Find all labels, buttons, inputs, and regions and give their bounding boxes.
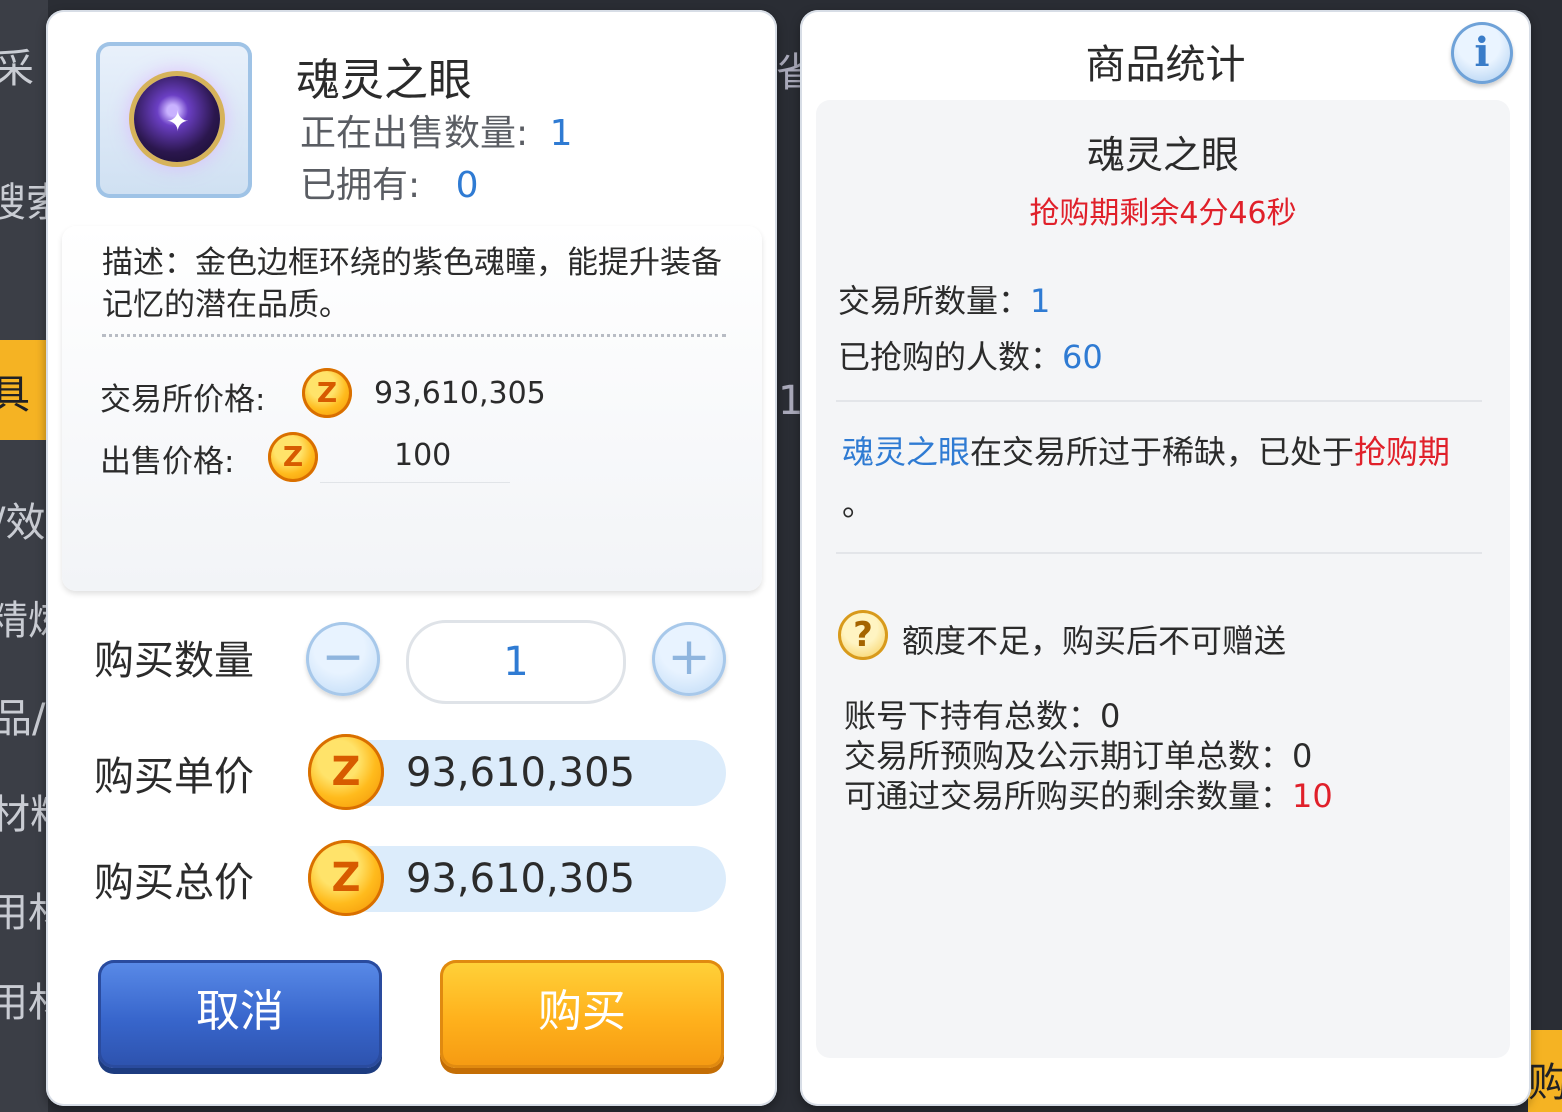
buy-button[interactable]: 购买	[440, 960, 724, 1068]
item-icon: ✦	[96, 42, 252, 198]
total-price-value: 93,610,305	[336, 846, 726, 912]
notice-flash-sale: 抢购期	[1354, 433, 1451, 471]
dotted-divider	[102, 334, 726, 337]
background-fragment: 购	[1528, 1060, 1562, 1106]
on-sale-row: 正在出售数量: 1	[300, 104, 573, 156]
item-stats-panel: 商品统计 i 魂灵之眼 抢购期剩余4分46秒 交易所数量：1 已抢购的人数：60…	[800, 10, 1531, 1106]
on-sale-label: 正在出售数量:	[300, 113, 529, 154]
background-fragment: 采	[0, 46, 34, 92]
sell-price-label: 出售价格:	[100, 444, 235, 480]
buyers-label: 已抢购的人数：	[838, 338, 1063, 376]
exchange-qty-row: 交易所数量：1	[838, 276, 1050, 322]
item-description: 描述：金色边框环绕的紫色魂瞳，能提升装备记忆的潜在品质。	[102, 245, 722, 323]
info-icon[interactable]: i	[1451, 22, 1513, 84]
increase-quantity-button[interactable]: +	[652, 622, 726, 696]
unit-price-value: 93,610,305	[336, 740, 726, 806]
preorder-value: 0	[1292, 737, 1313, 775]
scarcity-notice: 魂灵之眼在交易所过于稀缺，已处于抢购期。	[842, 426, 1482, 530]
account-total-label: 账号下持有总数：	[844, 697, 1101, 735]
zeny-coin-icon: Z	[308, 734, 384, 810]
owned-value: 0	[455, 165, 479, 206]
notice-item-name: 魂灵之眼	[842, 433, 971, 471]
notice-text: 在交易所过于稀缺，已处于	[970, 433, 1355, 471]
item-name: 魂灵之眼	[296, 55, 472, 106]
zeny-coin-icon: Z	[302, 368, 352, 418]
background-fragment: 具	[0, 372, 30, 418]
notice-end: 。	[842, 485, 875, 523]
sell-price-underline	[320, 482, 510, 483]
zeny-coin-icon: Z	[268, 432, 318, 482]
background-left-strip	[0, 0, 48, 1112]
remaining-value: 10	[1292, 777, 1333, 815]
quantity-input[interactable]: 1	[406, 620, 626, 704]
unit-price-label: 购买单价	[94, 754, 254, 800]
exchange-qty-label: 交易所数量：	[838, 282, 1031, 320]
quantity-label: 购买数量	[94, 638, 254, 684]
zeny-coin-icon: Z	[308, 840, 384, 916]
account-total-value: 0	[1100, 697, 1121, 735]
remaining-label: 可通过交易所购买的剩余数量：	[844, 777, 1293, 815]
decrease-quantity-button[interactable]: −	[306, 622, 380, 696]
background-fragment: /效	[0, 500, 46, 546]
sparkle-icon: ✦	[166, 105, 190, 138]
buyers-row: 已抢购的人数：60	[838, 332, 1103, 378]
quota-warning: 额度不足，购买后不可赠送	[902, 622, 1287, 660]
account-total-row: 账号下持有总数：0	[844, 696, 1120, 736]
owned-label: 已拥有:	[300, 165, 421, 206]
total-price-label: 购买总价	[94, 860, 254, 906]
owned-row: 已拥有: 0	[300, 156, 479, 208]
flash-sale-countdown: 抢购期剩余4分46秒	[1029, 196, 1297, 231]
divider	[836, 400, 1482, 402]
background-fragment: 品/	[0, 696, 46, 742]
remaining-row: 可通过交易所购买的剩余数量：10	[844, 776, 1333, 816]
exchange-qty-value: 1	[1030, 282, 1051, 320]
stats-box: 魂灵之眼 抢购期剩余4分46秒 交易所数量：1 已抢购的人数：60 魂灵之眼在交…	[816, 100, 1510, 1058]
description-box: 描述：金色边框环绕的紫色魂瞳，能提升装备记忆的潜在品质。 交易所价格: Z 93…	[62, 226, 762, 591]
preorder-row: 交易所预购及公示期订单总数：0	[844, 736, 1312, 776]
on-sale-value: 1	[549, 113, 573, 154]
stats-title: 商品统计	[1085, 42, 1246, 88]
stats-item-name: 魂灵之眼	[1086, 133, 1239, 177]
help-icon[interactable]: ?	[838, 610, 888, 660]
buyers-value: 60	[1062, 338, 1103, 376]
exchange-price-label: 交易所价格:	[100, 382, 266, 418]
purchase-dialog: ✦ 魂灵之眼 正在出售数量: 1 已拥有: 0 描述：金色边框环绕的紫色魂瞳，能…	[46, 10, 777, 1106]
sell-price-value: 100	[394, 438, 452, 473]
divider	[836, 552, 1482, 554]
cancel-button[interactable]: 取消	[98, 960, 382, 1068]
preorder-label: 交易所预购及公示期订单总数：	[844, 737, 1293, 775]
exchange-price-value: 93,610,305	[374, 376, 546, 411]
